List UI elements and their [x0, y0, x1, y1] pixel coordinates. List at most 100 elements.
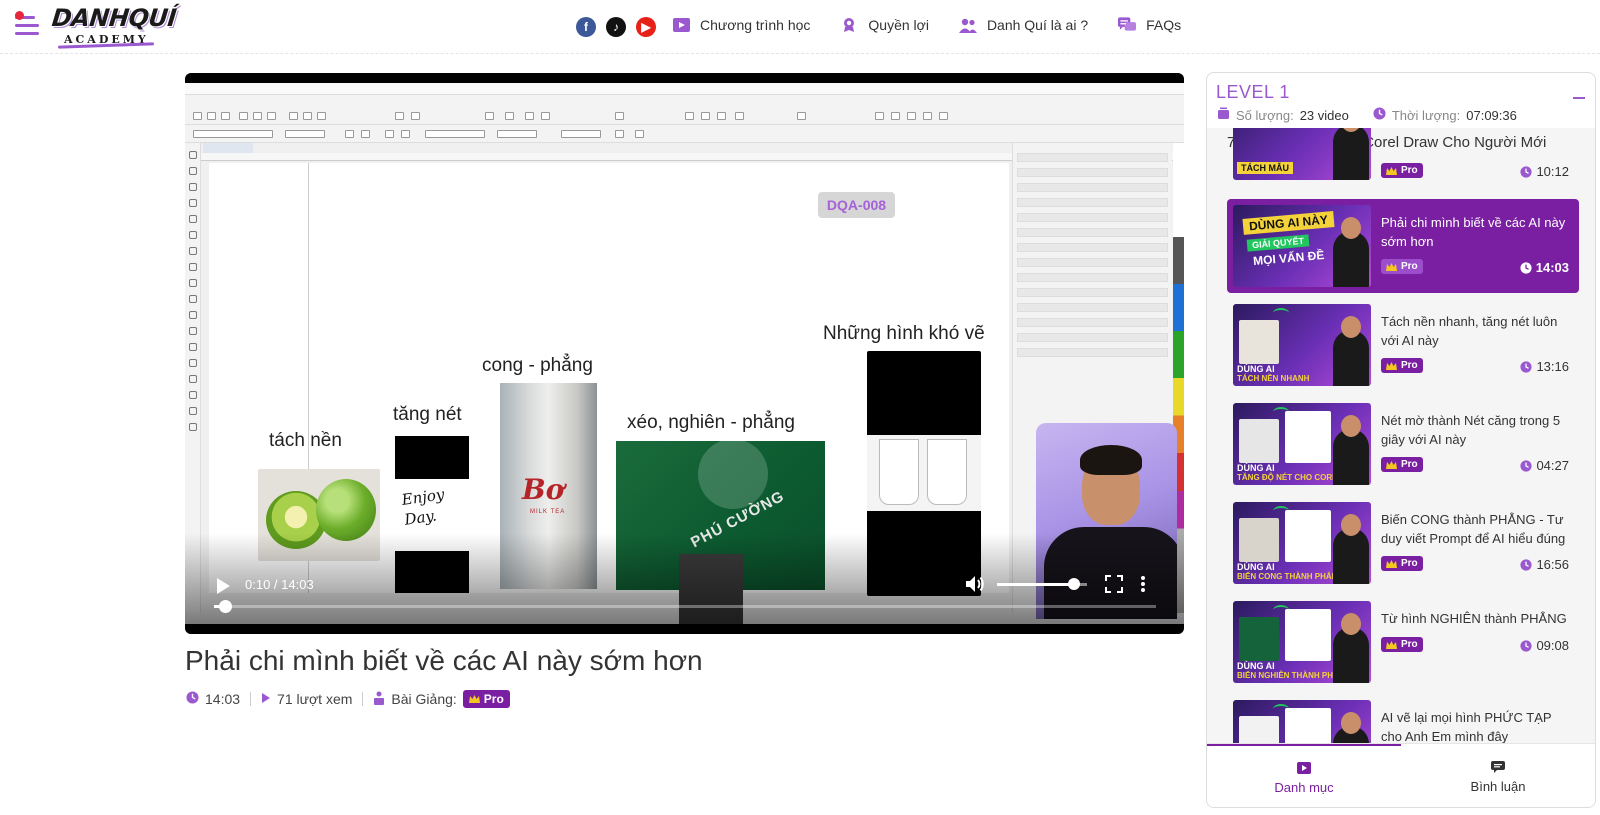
video-icon [672, 16, 690, 34]
lesson-list[interactable]: 7 Ngày Thành Thạo Corel Draw Cho Người M… [1207, 128, 1595, 743]
crown-icon [1386, 640, 1397, 649]
tiktok-icon[interactable]: ♪ [606, 17, 626, 37]
notification-dot [15, 11, 24, 20]
lesson-item[interactable]: DÙNG AI TÁCH NỀN NHANH Tách nền nhanh, t… [1227, 298, 1579, 392]
crown-icon [1386, 262, 1397, 271]
fullscreen-icon[interactable] [1105, 575, 1123, 593]
crown-icon [1386, 460, 1397, 469]
pro-badge-label: Pro [483, 692, 504, 706]
lesson-duration: 16:56 [1520, 557, 1569, 572]
lesson-thumbnail: DÙNG AI BIẾN CONG THÀNH PHẲNG [1233, 502, 1371, 584]
level-stats: Số lượng: 23 video Thời lượng: 07:09:36 [1217, 107, 1517, 123]
duration-label: Thời lượng: [1391, 107, 1461, 123]
volume-knob[interactable] [1067, 578, 1080, 590]
lesson-thumbnail: TÁCH MẪU [1233, 128, 1371, 180]
label-cong-phang: cong - phẳng [482, 355, 593, 376]
nav-item-chuong-trinh-hoc[interactable]: Chương trình học [672, 16, 810, 34]
lesson-item[interactable]: DÙNG AI BIẾN CONG THÀNH PHẲNG Biến CONG … [1227, 496, 1579, 590]
pro-badge: Pro [1381, 259, 1423, 274]
award-icon [840, 16, 858, 34]
pro-badge: Pro [1381, 637, 1423, 652]
pro-badge: Pro [1381, 358, 1423, 373]
lesson-meta: 14:03 71 lượt xem Bài Giảng: Pro [186, 690, 510, 708]
lesson-duration: 13:16 [1520, 359, 1569, 374]
lesson-thumbnail: DÙNG AI TĂNG ĐỘ NÉT CHO COREL [1233, 403, 1371, 485]
pro-badge: Pro [1381, 556, 1423, 571]
volume-icon[interactable] [965, 575, 985, 593]
pro-badge: Pro [1381, 163, 1423, 178]
pro-badge: Pro [1381, 457, 1423, 472]
menu-icon[interactable] [15, 11, 41, 36]
crown-icon [1386, 559, 1397, 568]
lesson-duration: 14:03 [1520, 260, 1569, 275]
logo[interactable]: DANHQUÍ ACADEMY [48, 2, 177, 49]
label-xeo-nghien-phang: xéo, nghiên - phẳng [627, 412, 795, 433]
youtube-icon[interactable]: ▶ [636, 17, 656, 37]
coreldraw-toolbar [185, 107, 1184, 125]
lecture-icon [373, 691, 385, 708]
collapse-icon[interactable] [1573, 97, 1585, 99]
label-nhung-hinh-kho-ve: Những hình khó vẽ [823, 323, 985, 344]
coreldraw-propertybar [185, 125, 1184, 143]
social-links: f ♪ ▶ [576, 17, 656, 37]
play-button[interactable] [215, 577, 231, 595]
top-header: DANHQUÍ ACADEMY f ♪ ▶ Chương trình học Q… [0, 0, 1600, 54]
lesson-item[interactable]: DÙNG AI BIẾN NGHIÊN THÀNH PHẲNG Từ hình … [1227, 595, 1579, 689]
clock-icon [186, 691, 199, 707]
crown-icon [1386, 166, 1397, 175]
logo-main-text: DANHQUÍ [50, 4, 178, 32]
lesson-title: Nét mờ thành Nét căng trong 5 giây với A… [1381, 413, 1561, 447]
lesson-item[interactable]: AI vẽ lại mọi hình PHỨC TẠP cho Anh Em m… [1227, 694, 1579, 743]
nav-item-faqs[interactable]: FAQs [1118, 16, 1181, 34]
facebook-icon[interactable]: f [576, 17, 596, 37]
video-time: 0:10 / 14:03 [245, 577, 314, 592]
clock-icon [1520, 165, 1533, 178]
course-sidebar: LEVEL 1 Số lượng: 23 video Thời lượng: 0… [1206, 72, 1596, 808]
tab-binh-luan[interactable]: Bình luận [1401, 744, 1595, 807]
lesson-title: Từ hình NGHIÊN thành PHẲNG [1381, 611, 1567, 626]
clock-icon [1520, 459, 1533, 472]
label-tach-nen: tách nền [269, 430, 342, 451]
clock-icon [1520, 558, 1533, 571]
phone-top-black [395, 436, 469, 480]
lesson-item[interactable]: DÙNG AI TĂNG ĐỘ NÉT CHO COREL Nét mờ thà… [1227, 397, 1579, 491]
nav-item-quyen-loi[interactable]: Quyền lợi [840, 16, 929, 34]
level-title: LEVEL 1 [1216, 82, 1290, 102]
lesson-thumbnail [1233, 700, 1371, 743]
count-value: 23 video [1299, 107, 1349, 123]
volume-fill [997, 583, 1074, 586]
lesson-item-active[interactable]: DÙNG AI NÀY GIẢI QUYẾT MỌI VẤN ĐỀ Phải c… [1227, 199, 1579, 293]
lesson-duration: 10:12 [1520, 164, 1569, 179]
tab-label: Bình luận [1470, 778, 1526, 794]
video-player[interactable]: DQA-008 tách nền tăng nét Enjoy Day. cong… [185, 73, 1184, 634]
duration-value: 07:09:36 [1466, 107, 1517, 123]
play-small-icon [261, 691, 271, 707]
tab-label: Danh mục [1274, 779, 1334, 795]
chat-icon [1118, 16, 1137, 34]
video-count-icon [1217, 107, 1230, 123]
nav-item-danh-qui-la-ai[interactable]: Danh Quí là ai ? [958, 16, 1089, 34]
playlist-icon [1297, 761, 1311, 774]
coreldraw-canvas: DQA-008 tách nền tăng nét Enjoy Day. cong… [209, 163, 1009, 596]
lesson-title: Phải chi mình biết về các AI này sớm hơn [1381, 215, 1566, 249]
clock-icon [1520, 639, 1533, 652]
nav-label: Quyền lợi [868, 17, 929, 33]
lesson-thumbnail: DÙNG AI NÀY GIẢI QUYẾT MỌI VẤN ĐỀ [1233, 205, 1371, 287]
lesson-thumbnail: DÙNG AI TÁCH NỀN NHANH [1233, 304, 1371, 386]
tab-danh-muc[interactable]: Danh mục [1207, 744, 1401, 807]
coreldraw-menubar [185, 95, 1184, 107]
crown-icon [1386, 361, 1397, 370]
nav-label: FAQs [1146, 17, 1182, 33]
clock-icon [1520, 360, 1533, 373]
lesson-title: AI vẽ lại mọi hình PHỨC TẠP cho Anh Em m… [1381, 710, 1552, 743]
nav-label: Danh Quí là ai ? [986, 17, 1089, 33]
volume-slider[interactable] [997, 578, 1087, 590]
coreldraw-doc-tab [203, 143, 253, 153]
lesson-title: Tách nền nhanh, tăng nét luôn với AI này [1381, 314, 1558, 348]
nav-label: Chương trình học [700, 17, 811, 33]
users-icon [958, 16, 977, 34]
pro-badge: Pro [462, 690, 510, 708]
video-progress-bar[interactable] [214, 600, 1156, 613]
crown-icon [468, 695, 480, 703]
more-options-icon[interactable] [1138, 575, 1148, 593]
